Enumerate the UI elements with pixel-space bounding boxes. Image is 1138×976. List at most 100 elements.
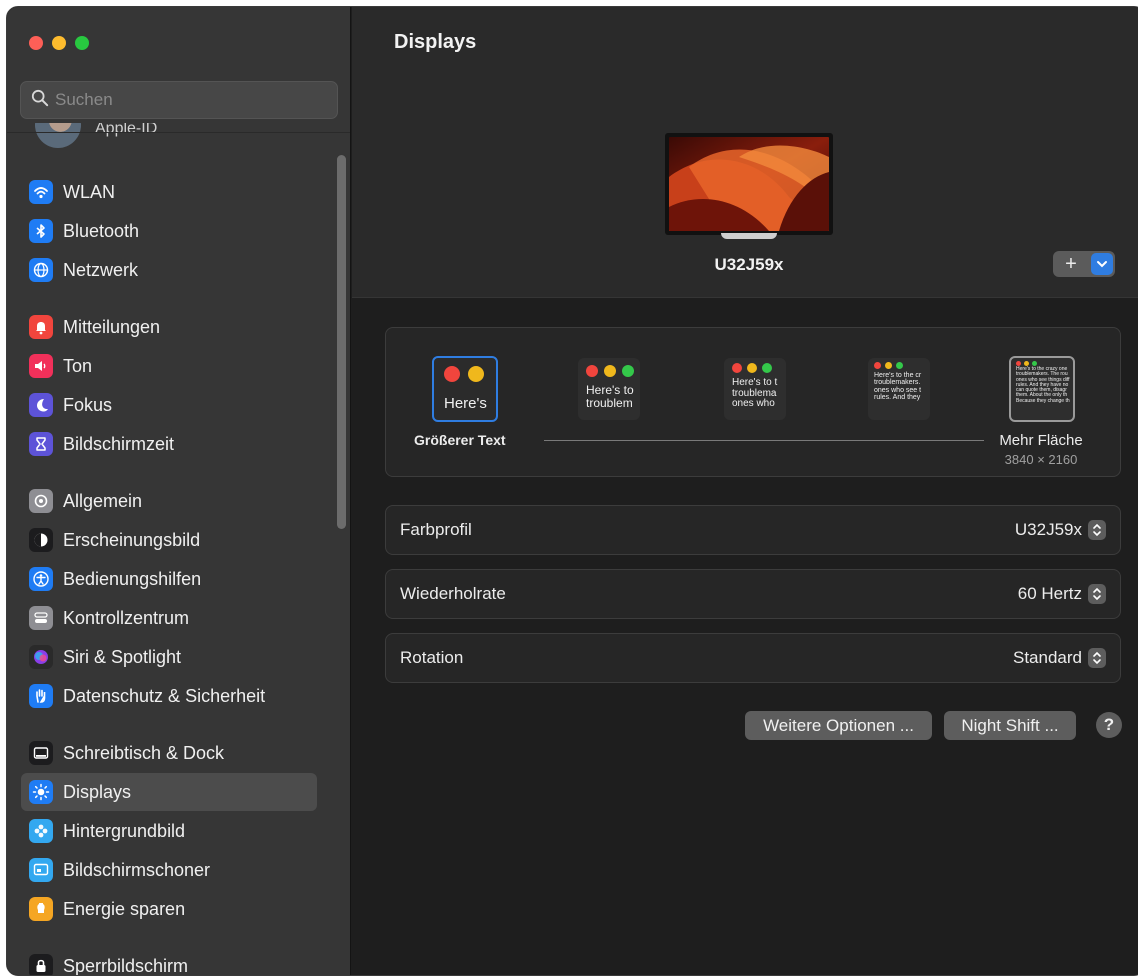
speaker-icon — [29, 354, 53, 378]
sidebar-item-label: Datenschutz & Sicherheit — [63, 686, 265, 707]
more-options-button[interactable]: Weitere Optionen ... — [745, 711, 932, 740]
help-button[interactable]: ? — [1096, 712, 1122, 738]
sidebar: Apple-ID WLAN Bluetooth Netzwerk Mitteilung… — [7, 7, 351, 975]
page-title: Displays — [394, 31, 476, 54]
add-display-button[interactable]: + — [1053, 251, 1115, 277]
search-field[interactable] — [20, 81, 338, 119]
moon-icon — [29, 393, 53, 417]
monitor-name: U32J59x — [665, 255, 833, 275]
rotation-popup[interactable]: Standard — [1013, 648, 1106, 668]
dock-icon — [29, 741, 53, 765]
sidebar-item-label: Bluetooth — [63, 221, 139, 242]
scale-preview-text: Here's to the cr troublemakers. ones who… — [868, 372, 930, 401]
resolution-label: 3840 × 2160 — [986, 452, 1096, 467]
sidebar-item-label: Bildschirmschoner — [63, 860, 210, 881]
sidebar-item-allgemein[interactable]: Allgemein — [21, 482, 317, 520]
scale-option-3[interactable]: Here's to t troublema ones who — [724, 358, 786, 420]
updown-chevron-icon — [1088, 520, 1106, 540]
settings-window: Apple-ID WLAN Bluetooth Netzwerk Mitteilung… — [6, 6, 1138, 976]
screensaver-icon — [29, 858, 53, 882]
sidebar-item-datenschutz-sicherheit[interactable]: Datenschutz & Sicherheit — [21, 677, 317, 715]
monitor-stand — [721, 233, 777, 239]
bell-icon — [29, 315, 53, 339]
sidebar-item-kontrollzentrum[interactable]: Kontrollzentrum — [21, 599, 317, 637]
sidebar-item-label: Sperrbildschirm — [63, 956, 188, 976]
minimize-window-button[interactable] — [52, 36, 66, 50]
zoom-window-button[interactable] — [75, 36, 89, 50]
sidebar-item-fokus[interactable]: Fokus — [21, 386, 317, 424]
sun-icon — [29, 780, 53, 804]
sidebar-scrollbar[interactable] — [337, 155, 346, 529]
sidebar-item-mitteilungen[interactable]: Mitteilungen — [21, 308, 317, 346]
larger-text-label: Größerer Text — [414, 432, 506, 448]
refresh-rate-popup[interactable]: 60 Hertz — [1018, 584, 1106, 604]
scale-option-more-space[interactable]: Here's to the crazy one troublemakers. T… — [1009, 356, 1075, 422]
sidebar-item-energie-sparen[interactable]: Energie sparen — [21, 890, 317, 928]
sidebar-item-label: Allgemein — [63, 491, 142, 512]
sidebar-item-schreibtisch-dock[interactable]: Schreibtisch & Dock — [21, 734, 317, 772]
sidebar-item-label: Schreibtisch & Dock — [63, 743, 224, 764]
search-icon — [31, 89, 49, 112]
search-input[interactable] — [55, 90, 315, 110]
scale-option-2[interactable]: Here's to troublem — [578, 358, 640, 420]
apple-id-item[interactable]: Apple-ID — [35, 123, 157, 149]
gear-icon — [29, 489, 53, 513]
accessibility-icon — [29, 567, 53, 591]
scale-preview-text: Here's to the crazy one troublemakers. T… — [1011, 367, 1073, 404]
more-space-label: Mehr Fläche — [986, 432, 1096, 449]
color-profile-label: Farbprofil — [400, 520, 472, 540]
refresh-rate-label: Wiederholrate — [400, 584, 506, 604]
bluetooth-icon — [29, 219, 53, 243]
sidebar-item-bedienungshilfen[interactable]: Bedienungshilfen — [21, 560, 317, 598]
sidebar-item-label: Ton — [63, 356, 92, 377]
sidebar-item-label: Bildschirmzeit — [63, 434, 174, 455]
sidebar-item-label: Erscheinungsbild — [63, 530, 200, 551]
sidebar-item-sperrbildschirm[interactable]: Sperrbildschirm — [21, 947, 317, 976]
night-shift-button[interactable]: Night Shift ... — [944, 711, 1076, 740]
sidebar-item-label: Fokus — [63, 395, 112, 416]
hourglass-icon — [29, 432, 53, 456]
sidebar-item-hintergrundbild[interactable]: Hintergrundbild — [21, 812, 317, 850]
sidebar-item-erscheinungsbild[interactable]: Erscheinungsbild — [21, 521, 317, 559]
refresh-rate-row: Wiederholrate 60 Hertz — [385, 569, 1121, 619]
plus-icon: + — [1053, 251, 1089, 277]
sidebar-item-bildschirmschoner[interactable]: Bildschirmschoner — [21, 851, 317, 889]
color-profile-popup[interactable]: U32J59x — [1015, 520, 1106, 540]
battery-icon — [29, 897, 53, 921]
wifi-icon — [29, 180, 53, 204]
scale-preview-text: Here's — [434, 390, 496, 412]
sidebar-item-wlan[interactable]: WLAN — [21, 173, 317, 211]
wallpaper-preview — [669, 137, 829, 231]
sidebar-item-displays[interactable]: Displays — [21, 773, 317, 811]
resolution-scaling-panel: Here's Here's to troublem Here's to t tr… — [385, 327, 1121, 477]
sidebar-item-ton[interactable]: Ton — [21, 347, 317, 385]
close-window-button[interactable] — [29, 36, 43, 50]
sidebar-item-netzwerk[interactable]: Netzwerk — [21, 251, 317, 289]
sidebar-item-label: Energie sparen — [63, 899, 185, 920]
sidebar-item-siri-spotlight[interactable]: Siri & Spotlight — [21, 638, 317, 676]
flower-icon — [29, 819, 53, 843]
scaling-slider-track[interactable] — [544, 440, 984, 441]
color-profile-value: U32J59x — [1015, 520, 1082, 540]
scale-option-4[interactable]: Here's to the cr troublemakers. ones who… — [868, 358, 930, 420]
sidebar-item-label: Bedienungshilfen — [63, 569, 201, 590]
sidebar-item-bluetooth[interactable]: Bluetooth — [21, 212, 317, 250]
search-divider — [7, 132, 350, 133]
siri-icon — [29, 645, 53, 669]
updown-chevron-icon — [1088, 584, 1106, 604]
monitor-preview[interactable] — [665, 133, 833, 235]
sidebar-item-label: Kontrollzentrum — [63, 608, 189, 629]
refresh-rate-value: 60 Hertz — [1018, 584, 1082, 604]
rotation-row: Rotation Standard — [385, 633, 1121, 683]
sidebar-item-label: Displays — [63, 782, 131, 803]
sidebar-item-bildschirmzeit[interactable]: Bildschirmzeit — [21, 425, 317, 463]
rotation-label: Rotation — [400, 648, 463, 668]
display-arrangement-area: Displays — [352, 7, 1138, 298]
toggles-icon — [29, 606, 53, 630]
chevron-down-icon[interactable] — [1091, 253, 1113, 275]
sidebar-item-label: Hintergrundbild — [63, 821, 185, 842]
sidebar-item-label: Siri & Spotlight — [63, 647, 181, 668]
window-controls — [29, 36, 89, 50]
updown-chevron-icon — [1088, 648, 1106, 668]
scale-option-larger-text[interactable]: Here's — [432, 356, 498, 422]
